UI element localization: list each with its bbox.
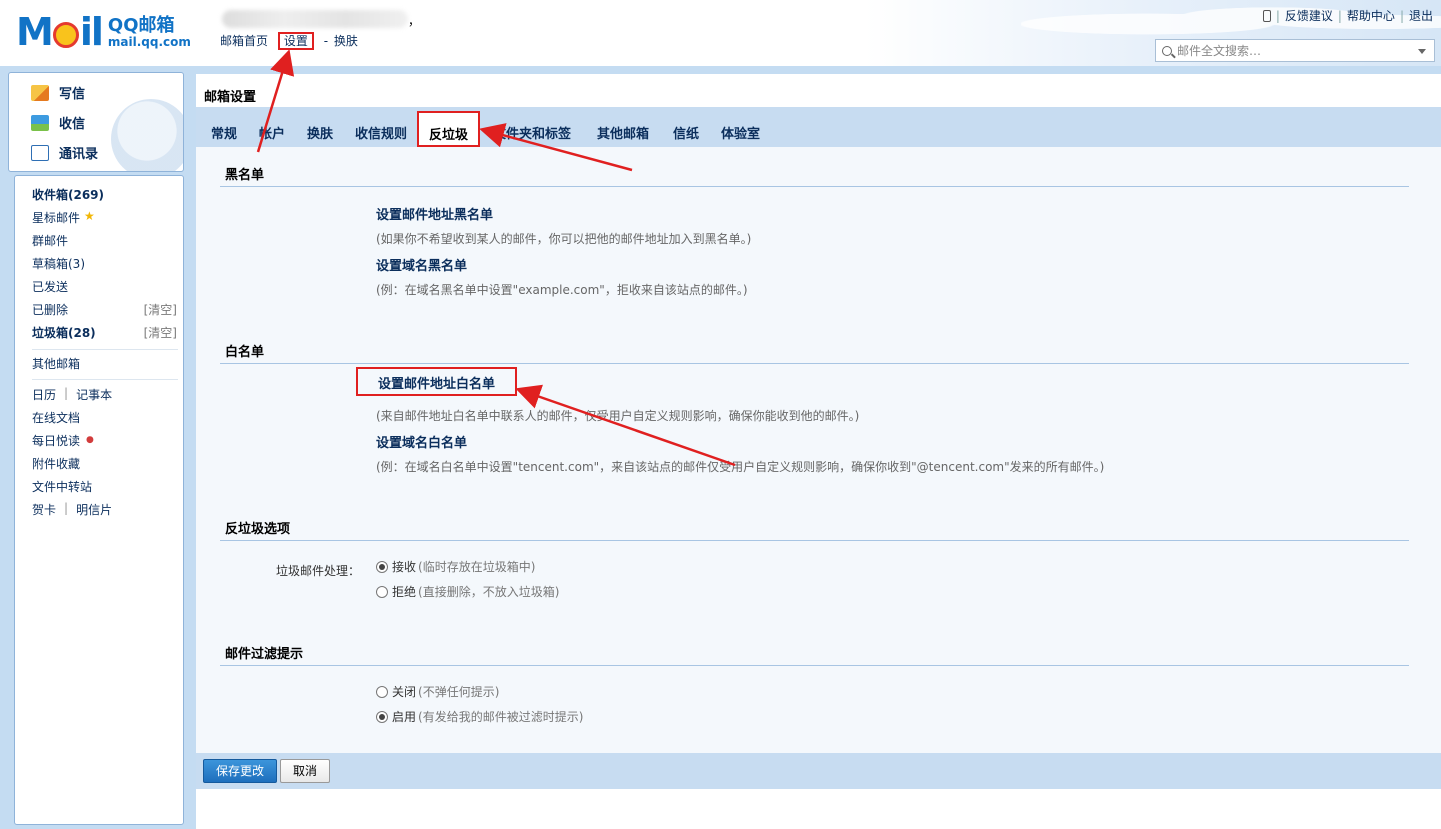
empty-spam-link[interactable]: [清空] <box>144 324 177 341</box>
feedback-link[interactable]: 反馈建议 <box>1285 7 1333 24</box>
tab-skin[interactable]: 换肤 <box>307 123 333 142</box>
file-transfer-link[interactable]: 文件中转站 <box>32 478 177 495</box>
cancel-button[interactable]: 取消 <box>280 759 331 783</box>
pen-icon <box>31 84 49 101</box>
filter-tip-title: 邮件过滤提示 <box>225 647 304 662</box>
spam-handling-label: 垃圾邮件处理： <box>276 564 361 578</box>
filter-tip-off-option[interactable]: 关闭 (不弹任何提示) <box>376 683 499 700</box>
skin-link[interactable]: 换肤 <box>334 34 358 48</box>
search-placeholder: 邮件全文搜索… <box>1177 44 1262 58</box>
antispam-options-title: 反垃圾选项 <box>225 522 291 537</box>
folder-group[interactable]: 群邮件 <box>32 232 177 249</box>
contacts-button[interactable]: 通讯录 <box>31 143 98 162</box>
apps-row-calendar: 日历 | 记事本 <box>32 386 113 403</box>
top-right-links: | 反馈建议 | 帮助中心 | 退出 <box>1262 7 1433 24</box>
tab-accounts[interactable]: 帐户 <box>259 123 285 142</box>
section-divider <box>220 363 1409 364</box>
whitelist-title: 白名单 <box>225 345 265 360</box>
folder-sent[interactable]: 已发送 <box>32 278 177 295</box>
action-bar <box>196 753 1441 789</box>
daily-reading-link[interactable]: 每日悦读 ● <box>32 432 177 449</box>
address-blacklist-link[interactable]: 设置邮件地址黑名单 <box>376 204 493 223</box>
sidebar-actions: 写信 收信 通讯录 <box>8 72 184 172</box>
apps-row-cards: 贺卡 | 明信片 <box>32 501 113 518</box>
domain-whitelist-hint: (例：在域名白名单中设置"tencent.com"，来自该站点的邮件仅受用户自定… <box>376 460 1105 474</box>
postcards-link[interactable]: 明信片 <box>76 501 112 518</box>
notes-link[interactable]: 记事本 <box>76 386 112 403</box>
qq-penguin-watermark-icon <box>111 99 183 171</box>
star-icon: ★ <box>84 209 95 223</box>
unread-dot-icon: ● <box>86 435 94 445</box>
domain-blacklist-hint: (例：在域名黑名单中设置"example.com"，拒收来自该站点的邮件。) <box>376 283 748 297</box>
folder-inbox[interactable]: 收件箱(269) <box>32 186 177 203</box>
filter-tip-on-radio[interactable] <box>376 710 388 723</box>
empty-deleted-link[interactable]: [清空] <box>144 301 177 318</box>
logo-o-icon <box>52 22 79 48</box>
search-icon <box>1162 45 1172 56</box>
other-mailboxes-link[interactable]: 其他邮箱 <box>32 355 177 372</box>
section-divider <box>220 665 1409 666</box>
receive-button[interactable]: 收信 <box>31 113 85 132</box>
address-whitelist-hint: (来自邮件地址白名单中联系人的邮件，仅受用户自定义规则影响，确保你能收到他的邮件… <box>376 409 860 423</box>
home-link[interactable]: 邮箱首页 <box>220 34 268 48</box>
phone-icon[interactable] <box>1262 9 1271 22</box>
top-link-sep: - <box>323 34 329 48</box>
tab-other-mailboxes[interactable]: 其他邮箱 <box>597 123 649 142</box>
address-whitelist-link[interactable]: 设置邮件地址白名单 <box>356 367 518 396</box>
user-suffix: ， <box>408 14 421 28</box>
tab-antispam[interactable]: 反垃圾 <box>417 111 481 147</box>
search-input[interactable]: 邮件全文搜索… <box>1155 39 1435 62</box>
tab-folders-labels[interactable]: 文件夹和标签 <box>493 123 571 142</box>
help-link[interactable]: 帮助中心 <box>1347 7 1395 24</box>
spam-accept-option[interactable]: 接收 (临时存放在垃圾箱中) <box>376 558 535 575</box>
divider <box>32 349 178 350</box>
chevron-down-icon[interactable] <box>1418 49 1426 54</box>
top-nav-links: 邮箱首页 设置 - 换肤 <box>220 32 364 50</box>
settings-panel: 邮箱设置 常规 帐户 换肤 收信规则 反垃圾 文件夹和标签 其他邮箱 信纸 体验… <box>196 74 1441 829</box>
folder-deleted[interactable]: 已删除 [清空] <box>32 301 177 318</box>
folder-list: 收件箱(269) 星标邮件 ★ 群邮件 草稿箱(3) 已发送 已删除 [清空] 垃圾… <box>14 175 184 825</box>
contacts-icon <box>31 144 49 161</box>
tab-general[interactable]: 常规 <box>211 123 237 142</box>
compose-button[interactable]: 写信 <box>31 83 85 102</box>
domain-blacklist-link[interactable]: 设置域名黑名单 <box>376 255 467 274</box>
logo-domain: mail.qq.com <box>107 35 191 49</box>
folder-drafts[interactable]: 草稿箱(3) <box>32 255 177 272</box>
tab-receive-rules[interactable]: 收信规则 <box>355 123 407 142</box>
spam-accept-radio[interactable] <box>376 560 388 573</box>
settings-link[interactable]: 设置 <box>277 32 314 50</box>
save-button[interactable]: 保存更改 <box>203 759 278 783</box>
tab-stationery[interactable]: 信纸 <box>673 123 699 142</box>
divider <box>32 379 178 380</box>
domain-whitelist-link[interactable]: 设置域名白名单 <box>376 432 467 451</box>
folder-spam[interactable]: 垃圾箱(28) [清空] <box>32 324 177 341</box>
spam-reject-option[interactable]: 拒绝 (直接删除，不放入垃圾箱) <box>376 583 559 600</box>
folder-starred[interactable]: 星标邮件 ★ <box>32 209 177 226</box>
tab-labs[interactable]: 体验室 <box>721 123 760 142</box>
docs-link[interactable]: 在线文档 <box>32 409 177 426</box>
logout-link[interactable]: 退出 <box>1409 7 1433 24</box>
calendar-link[interactable]: 日历 <box>32 386 56 403</box>
attachments-link[interactable]: 附件收藏 <box>32 455 177 472</box>
address-blacklist-hint: (如果你不希望收到某人的邮件，你可以把他的邮件地址加入到黑名单。) <box>376 232 752 246</box>
section-divider <box>220 540 1409 541</box>
blurred-username <box>222 10 408 28</box>
qq-mail-logo[interactable]: Mil QQ邮箱 mail.qq.com <box>16 10 191 54</box>
greeting-cards-link[interactable]: 贺卡 <box>32 501 56 518</box>
blacklist-title: 黑名单 <box>225 168 265 183</box>
filter-tip-off-radio[interactable] <box>376 685 388 698</box>
page-title: 邮箱设置 <box>204 90 257 105</box>
inbox-download-icon <box>31 114 49 131</box>
filter-tip-on-option[interactable]: 启用 (有发给我的邮件被过滤时提示) <box>376 708 583 725</box>
section-divider <box>220 186 1409 187</box>
logo-mark: Mil <box>16 10 104 54</box>
logo-title: QQ邮箱 <box>107 15 175 36</box>
spam-reject-radio[interactable] <box>376 585 388 598</box>
